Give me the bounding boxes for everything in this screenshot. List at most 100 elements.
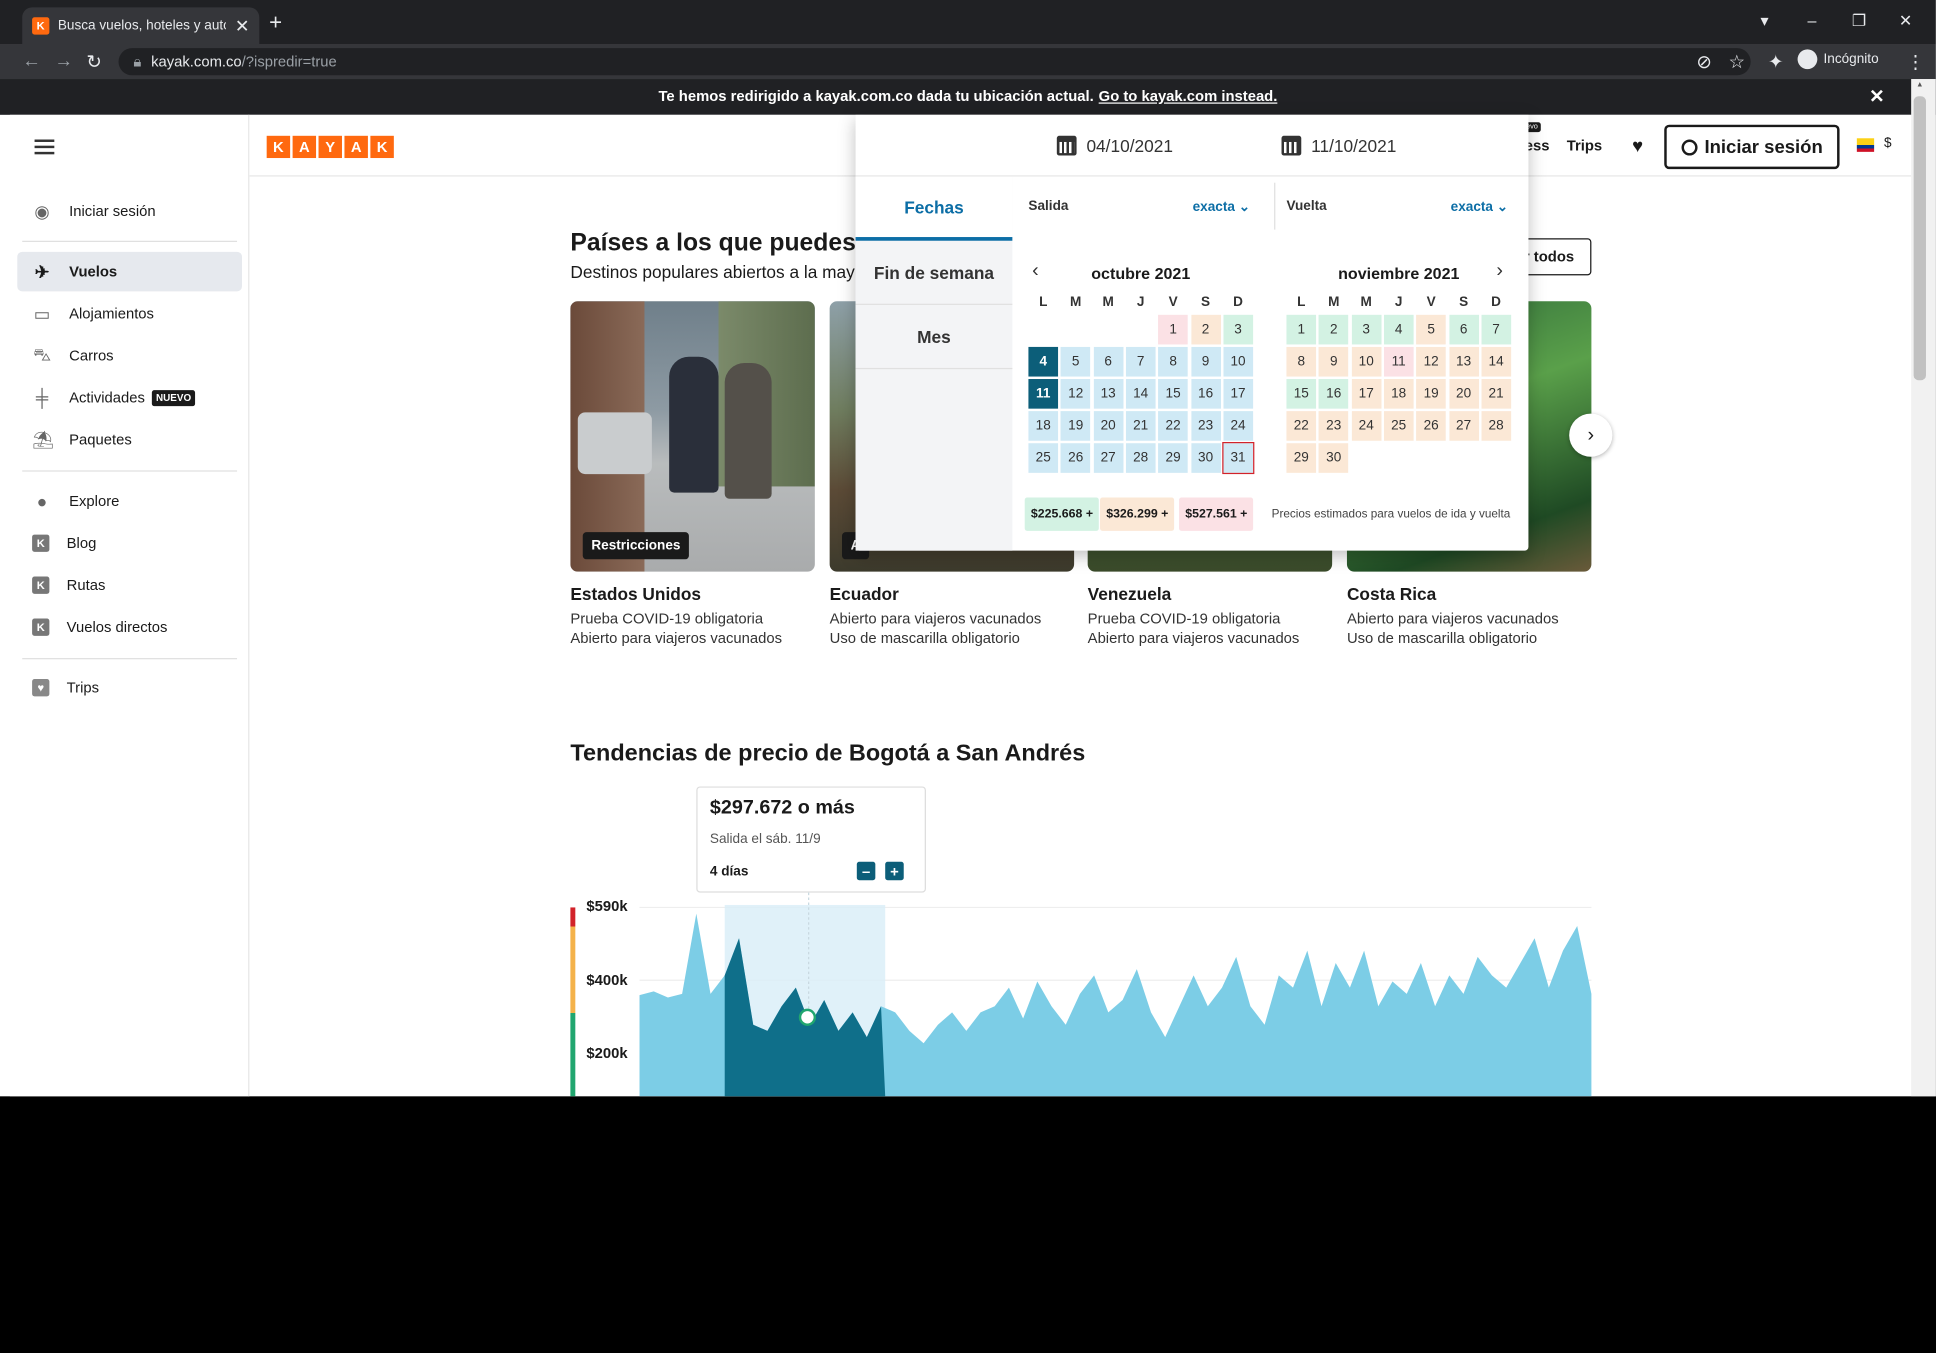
calendar-day[interactable]: 19 bbox=[1060, 411, 1091, 441]
calendar-day[interactable]: 25 bbox=[1383, 411, 1414, 441]
calendar-day[interactable]: 21 bbox=[1481, 379, 1511, 409]
calendar-day[interactable]: 15 bbox=[1158, 379, 1188, 409]
calendar-icon bbox=[1056, 135, 1077, 156]
calendar-day[interactable]: 30 bbox=[1190, 443, 1221, 473]
calendar-day[interactable]: 22 bbox=[1286, 411, 1317, 441]
calendar-day[interactable]: 15 bbox=[1286, 379, 1317, 409]
calendar-day[interactable]: 11 bbox=[1383, 346, 1414, 377]
month-title: noviembre 2021 bbox=[1338, 264, 1460, 283]
legend-mid-price: $326.299 + bbox=[1100, 497, 1175, 531]
calendar-day[interactable]: 8 bbox=[1158, 346, 1188, 377]
calendar-day[interactable]: 3 bbox=[1351, 314, 1382, 345]
divider bbox=[1274, 182, 1276, 230]
calendar-day[interactable]: 2 bbox=[1190, 314, 1221, 345]
calendar-day[interactable]: 6 bbox=[1448, 314, 1479, 345]
calendar-day[interactable]: 7 bbox=[1125, 346, 1156, 377]
month-title: octubre 2021 bbox=[1091, 264, 1191, 283]
calendar-day[interactable]: 4 bbox=[1028, 346, 1059, 377]
tab-mes[interactable]: Mes bbox=[855, 305, 1013, 370]
calendar-day[interactable]: 5 bbox=[1060, 346, 1091, 377]
chevron-down-icon: ⌄ bbox=[1496, 200, 1509, 215]
weekday-label: D bbox=[1233, 295, 1243, 310]
depart-date-field[interactable]: 04/10/2021 bbox=[1056, 135, 1173, 156]
calendar-day[interactable]: 31 bbox=[1222, 441, 1255, 475]
calendar-day[interactable]: 3 bbox=[1223, 314, 1253, 345]
vuelta-label: Vuelta bbox=[1286, 198, 1327, 214]
weekday-label: V bbox=[1426, 295, 1436, 310]
calendar-day[interactable]: 18 bbox=[1028, 411, 1059, 441]
calendar-day[interactable]: 27 bbox=[1448, 411, 1479, 441]
scrollbar-thumb[interactable] bbox=[1913, 96, 1926, 381]
calendar-day[interactable]: 16 bbox=[1318, 379, 1349, 409]
date-mode-tabs: Fechas Fin de semana Mes bbox=[855, 176, 1013, 551]
depart-date-value: 04/10/2021 bbox=[1086, 135, 1173, 156]
calendar-day[interactable]: 23 bbox=[1318, 411, 1349, 441]
calendar-day[interactable]: 21 bbox=[1125, 411, 1156, 441]
weekday-label: J bbox=[1136, 295, 1145, 310]
tab-fechas[interactable]: Fechas bbox=[855, 176, 1013, 241]
calendar-day[interactable]: 28 bbox=[1481, 411, 1511, 441]
calendar-day[interactable]: 25 bbox=[1028, 443, 1059, 473]
calendar-day[interactable]: 13 bbox=[1448, 346, 1479, 377]
calendar-day[interactable]: 12 bbox=[1416, 346, 1446, 377]
calendar-day[interactable]: 16 bbox=[1190, 379, 1221, 409]
calendar-day[interactable]: 9 bbox=[1318, 346, 1349, 377]
calendar-day[interactable]: 23 bbox=[1190, 411, 1221, 441]
calendar-day[interactable]: 24 bbox=[1351, 411, 1382, 441]
calendar-day[interactable]: 22 bbox=[1158, 411, 1188, 441]
calendar-day[interactable]: 5 bbox=[1416, 314, 1446, 345]
calendar-day[interactable]: 11 bbox=[1028, 379, 1059, 409]
calendar-day[interactable]: 17 bbox=[1223, 379, 1253, 409]
calendar-day[interactable]: 26 bbox=[1416, 411, 1446, 441]
calendar-day[interactable]: 12 bbox=[1060, 379, 1091, 409]
calendar-day[interactable]: 27 bbox=[1093, 443, 1123, 473]
calendar-day[interactable]: 4 bbox=[1383, 314, 1414, 345]
calendar-day[interactable]: 19 bbox=[1416, 379, 1446, 409]
calendar-day[interactable]: 6 bbox=[1093, 346, 1123, 377]
weekday-label: V bbox=[1168, 295, 1178, 310]
calendar-day[interactable]: 24 bbox=[1223, 411, 1253, 441]
calendar-day[interactable]: 1 bbox=[1158, 314, 1188, 345]
vuelta-flex-dropdown[interactable]: exacta ⌄ bbox=[1451, 199, 1508, 215]
calendar-day[interactable]: 10 bbox=[1351, 346, 1382, 377]
calendar-day[interactable]: 2 bbox=[1318, 314, 1349, 345]
calendar-day[interactable]: 17 bbox=[1351, 379, 1382, 409]
flex-value: exacta bbox=[1450, 200, 1493, 215]
selected-point[interactable] bbox=[798, 1008, 817, 1026]
calendar-day[interactable]: 29 bbox=[1286, 443, 1317, 473]
calendar-day[interactable]: 10 bbox=[1223, 346, 1253, 377]
calendar-day[interactable]: 30 bbox=[1318, 443, 1349, 473]
calendar-day[interactable]: 1 bbox=[1286, 314, 1317, 345]
calendar-day[interactable]: 7 bbox=[1481, 314, 1511, 345]
weekday-label: S bbox=[1201, 295, 1211, 310]
page-scrollbar[interactable]: ▲ bbox=[1911, 79, 1936, 1097]
calendar-day[interactable]: 9 bbox=[1190, 346, 1221, 377]
date-picker-popover: 04/10/2021 11/10/2021 Fechas Fin de sema… bbox=[855, 114, 1529, 551]
tab-fin-de-semana[interactable]: Fin de semana bbox=[855, 241, 1013, 305]
weekday-label: L bbox=[1297, 295, 1306, 310]
salida-flex-dropdown[interactable]: exacta ⌄ bbox=[1193, 199, 1250, 215]
return-date-field[interactable]: 11/10/2021 bbox=[1281, 135, 1397, 156]
weekday-label: M bbox=[1102, 295, 1114, 310]
weekday-label: J bbox=[1394, 295, 1403, 310]
legend-low-price: $225.668 + bbox=[1024, 497, 1100, 531]
calendar-day[interactable]: 8 bbox=[1286, 346, 1317, 377]
calendar-day[interactable]: 28 bbox=[1125, 443, 1156, 473]
calendar-day[interactable]: 14 bbox=[1481, 346, 1511, 377]
weekday-label: S bbox=[1459, 295, 1469, 310]
calendar-day[interactable]: 20 bbox=[1448, 379, 1479, 409]
calendar-day[interactable]: 29 bbox=[1158, 443, 1188, 473]
calendar-day[interactable]: 13 bbox=[1093, 379, 1123, 409]
weekday-label: L bbox=[1039, 295, 1048, 310]
calendar-day[interactable]: 26 bbox=[1060, 443, 1091, 473]
calendar-day[interactable]: 20 bbox=[1093, 411, 1123, 441]
return-date-value: 11/10/2021 bbox=[1311, 135, 1397, 156]
calendar-icon bbox=[1281, 135, 1302, 156]
flex-value: exacta bbox=[1192, 200, 1235, 215]
calendar-day[interactable]: 14 bbox=[1125, 379, 1156, 409]
chevron-down-icon: ⌄ bbox=[1238, 200, 1251, 215]
weekday-label: M bbox=[1328, 295, 1340, 310]
weekday-label: D bbox=[1491, 295, 1501, 310]
scroll-up-icon[interactable]: ▲ bbox=[1916, 81, 1923, 88]
calendar-day[interactable]: 18 bbox=[1383, 379, 1414, 409]
